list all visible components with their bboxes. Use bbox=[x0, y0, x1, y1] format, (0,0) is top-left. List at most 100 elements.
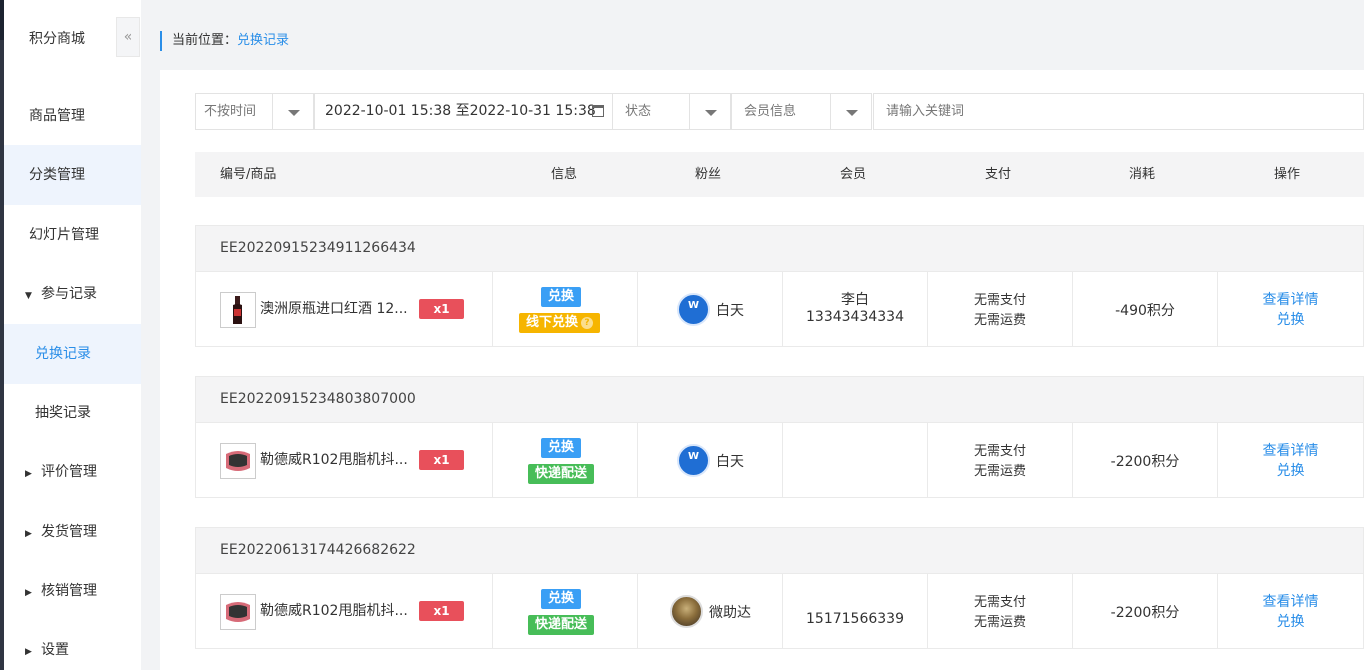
col-header-id-product: 编号/商品 bbox=[220, 167, 277, 182]
sidebar-item-label: 抽奖记录 bbox=[35, 405, 91, 421]
member-select[interactable]: 会员信息 bbox=[731, 93, 831, 130]
view-details-link[interactable]: 查看详情 bbox=[1218, 591, 1363, 611]
avatar bbox=[677, 444, 710, 477]
keyword-search-input[interactable]: 请输入关键词 bbox=[873, 93, 1364, 130]
avatar bbox=[677, 293, 710, 326]
sidebar-item-categories[interactable]: 分类管理 bbox=[4, 145, 141, 205]
sidebar-item-label: 发货管理 bbox=[41, 524, 97, 540]
time-mode-dropdown-icon[interactable] bbox=[272, 93, 314, 130]
product-cell: 勒德威R102甩脂机抖... x1 bbox=[196, 574, 493, 648]
view-details-link[interactable]: 查看详情 bbox=[1218, 289, 1363, 309]
col-header-fans: 粉丝 bbox=[695, 167, 722, 182]
exchange-link[interactable]: 兑换 bbox=[1218, 309, 1363, 329]
status-select[interactable]: 状态 bbox=[612, 93, 690, 130]
info-cell: 兑换 线下兑换? bbox=[493, 272, 638, 346]
fan-cell: 白天 bbox=[638, 272, 783, 346]
table-row: 澳洲原瓶进口红酒 12... x1 兑换 线下兑换? 白天 李白 1334343… bbox=[195, 271, 1364, 347]
caret-down-icon: ▼ bbox=[25, 291, 32, 301]
exchange-link[interactable]: 兑换 bbox=[1218, 611, 1363, 631]
caret-right-icon: ▶ bbox=[25, 647, 32, 657]
table-header: 编号/商品 信息 粉丝 会员 支付 消耗 操作 bbox=[195, 152, 1364, 197]
quantity-badge: x1 bbox=[419, 601, 464, 621]
breadcrumb-current[interactable]: 兑换记录 bbox=[237, 33, 289, 48]
delivery-badge: 快递配送 bbox=[528, 464, 595, 484]
sidebar-item-settings[interactable]: ▶ 设置 bbox=[4, 620, 141, 670]
sidebar-item-slides[interactable]: 幻灯片管理 bbox=[4, 205, 141, 265]
member-cell: 15171566339 bbox=[783, 574, 928, 648]
exchange-link[interactable]: 兑换 bbox=[1218, 460, 1363, 480]
exchange-badge: 兑换 bbox=[541, 438, 582, 458]
app-root: 积分商城 « 商品管理 分类管理 幻灯片管理 ▼ 参与记录 兑换记录 抽奖记录 ▶… bbox=[0, 0, 1364, 670]
member-cell: 李白 13343434334 bbox=[783, 272, 928, 346]
table-row: 勒德威R102甩脂机抖... x1 兑换 快递配送 微助达 1517156633… bbox=[195, 573, 1364, 649]
payment-cell: 无需支付 无需运费 bbox=[928, 272, 1073, 346]
member-dropdown-icon[interactable] bbox=[830, 93, 872, 130]
col-header-member: 会员 bbox=[840, 167, 867, 182]
collapse-icon[interactable]: « bbox=[116, 17, 140, 57]
product-name[interactable]: 勒德威R102甩脂机抖... bbox=[260, 423, 408, 497]
actions-cell: 查看详情 兑换 bbox=[1218, 423, 1363, 497]
sidebar-item-exchange-records[interactable]: 兑换记录 bbox=[4, 324, 141, 384]
sidebar-item-label: 兑换记录 bbox=[35, 346, 91, 362]
quantity-badge: x1 bbox=[419, 299, 464, 319]
actions-cell: 查看详情 兑换 bbox=[1218, 272, 1363, 346]
sidebar-item-label: 商品管理 bbox=[29, 108, 85, 124]
order-card: EE20220915234911266434 澳洲原瓶进口红酒 12... x1… bbox=[195, 225, 1364, 347]
col-header-info: 信息 bbox=[551, 167, 578, 182]
product-thumbnail[interactable] bbox=[220, 594, 256, 630]
sidebar: 积分商城 « 商品管理 分类管理 幻灯片管理 ▼ 参与记录 兑换记录 抽奖记录 ▶… bbox=[0, 0, 141, 670]
fan-name: 白天 bbox=[716, 303, 744, 319]
shipping-fee-status: 无需运费 bbox=[973, 464, 1026, 479]
col-header-actions: 操作 bbox=[1274, 167, 1301, 182]
quantity-badge: x1 bbox=[419, 450, 464, 470]
sidebar-item-verification[interactable]: ▶ 核销管理 bbox=[4, 561, 141, 621]
time-mode-select[interactable]: 不按时间 bbox=[195, 93, 273, 130]
fan-cell: 白天 bbox=[638, 423, 783, 497]
exchange-badge: 兑换 bbox=[541, 287, 582, 307]
order-number: EE20220613174426682622 bbox=[195, 527, 1364, 573]
status-dropdown-icon[interactable] bbox=[689, 93, 731, 130]
avatar bbox=[670, 595, 703, 628]
caret-right-icon: ▶ bbox=[25, 529, 32, 539]
delivery-badge: 快递配送 bbox=[528, 615, 595, 635]
product-name[interactable]: 澳洲原瓶进口红酒 12... bbox=[260, 272, 408, 346]
member-phone: 15171566339 bbox=[806, 611, 904, 627]
date-range-input[interactable]: 2022-10-01 15:38 至2022-10-31 15:38 bbox=[314, 93, 613, 130]
payment-status: 无需支付 bbox=[973, 444, 1026, 459]
caret-right-icon: ▶ bbox=[25, 588, 32, 598]
calendar-icon[interactable] bbox=[592, 105, 604, 117]
shipping-fee-status: 无需运费 bbox=[973, 313, 1026, 328]
help-icon[interactable]: ? bbox=[581, 317, 594, 329]
sidebar-item-products[interactable]: 商品管理 bbox=[4, 86, 141, 146]
exchange-badge: 兑换 bbox=[541, 589, 582, 609]
member-name: 李白 bbox=[841, 292, 869, 308]
fan-name: 白天 bbox=[716, 454, 744, 470]
member-phone: 13343434334 bbox=[806, 309, 904, 325]
cost-cell: -490积分 bbox=[1073, 272, 1218, 346]
sidebar-item-reviews[interactable]: ▶ 评价管理 bbox=[4, 442, 141, 502]
order-number: EE20220915234803807000 bbox=[195, 376, 1364, 422]
cost-cell: -2200积分 bbox=[1073, 574, 1218, 648]
col-header-payment: 支付 bbox=[985, 167, 1012, 182]
payment-cell: 无需支付 无需运费 bbox=[928, 423, 1073, 497]
points-cost: -490积分 bbox=[1115, 303, 1175, 319]
product-name[interactable]: 勒德威R102甩脂机抖... bbox=[260, 574, 408, 648]
delivery-label: 线下兑换 bbox=[526, 315, 579, 330]
sidebar-item-shipping[interactable]: ▶ 发货管理 bbox=[4, 502, 141, 562]
delivery-badge: 线下兑换? bbox=[519, 313, 601, 333]
breadcrumb-prefix: 当前位置： bbox=[172, 33, 238, 48]
sidebar-item-lottery-records[interactable]: 抽奖记录 bbox=[4, 383, 141, 443]
payment-cell: 无需支付 无需运费 bbox=[928, 574, 1073, 648]
product-thumbnail[interactable] bbox=[220, 292, 256, 328]
payment-status: 无需支付 bbox=[973, 293, 1026, 308]
cost-cell: -2200积分 bbox=[1073, 423, 1218, 497]
order-card: EE20220915234803807000 勒德威R102甩脂机抖... x1… bbox=[195, 376, 1364, 498]
sidebar-item-participation[interactable]: ▼ 参与记录 bbox=[4, 264, 141, 324]
points-cost: -2200积分 bbox=[1110, 605, 1180, 621]
product-thumbnail[interactable] bbox=[220, 443, 256, 479]
view-details-link[interactable]: 查看详情 bbox=[1218, 440, 1363, 460]
fan-cell: 微助达 bbox=[638, 574, 783, 648]
actions-cell: 查看详情 兑换 bbox=[1218, 574, 1363, 648]
sidebar-top-accent bbox=[0, 0, 4, 40]
shipping-fee-status: 无需运费 bbox=[973, 615, 1026, 630]
